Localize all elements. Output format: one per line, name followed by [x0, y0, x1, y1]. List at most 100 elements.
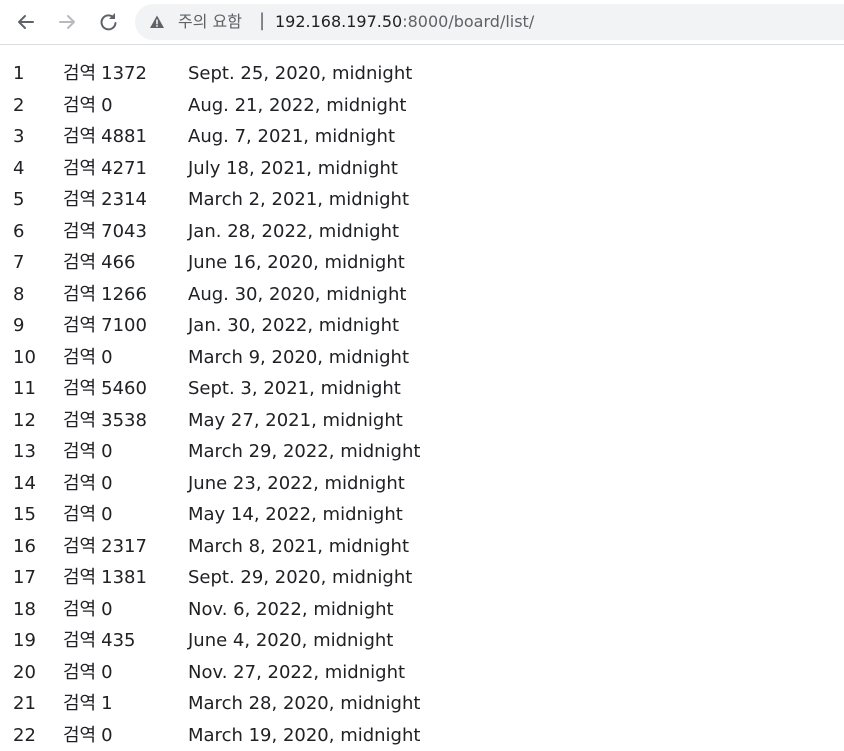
row-number: 1 — [13, 58, 24, 90]
security-warning-label[interactable]: 주의 요함 — [178, 12, 242, 32]
row-name: 검역 — [63, 630, 96, 651]
row-number: 18 — [13, 594, 36, 626]
list-item: 8검역1266Aug. 30, 2020, midnight — [0, 279, 844, 311]
row-count: 0 — [101, 504, 112, 525]
row-name: 검역 — [63, 221, 96, 242]
row-number: 8 — [13, 279, 24, 311]
row-count: 1372 — [101, 63, 147, 84]
row-date: Jan. 28, 2022, midnight — [188, 216, 399, 248]
row-date: Nov. 27, 2022, midnight — [188, 657, 405, 689]
row-name: 검역 — [63, 158, 96, 179]
row-name: 검역 — [63, 347, 96, 368]
row-name: 검역 — [63, 95, 96, 116]
row-title: 검역0 — [63, 657, 113, 689]
row-number: 11 — [13, 373, 36, 405]
row-count: 2314 — [101, 189, 147, 210]
url-host: 192.168.197.50 — [275, 12, 402, 31]
row-title: 검역3538 — [63, 405, 147, 437]
row-title: 검역0 — [63, 499, 113, 531]
row-title: 검역1 — [63, 688, 113, 720]
row-title: 검역1266 — [63, 279, 147, 311]
row-count: 3538 — [101, 410, 147, 431]
row-name: 검역 — [63, 189, 96, 210]
row-count: 0 — [101, 662, 112, 683]
list-item: 13 검역0 March 29, 2022, midnight — [0, 436, 844, 468]
row-number: 6 — [13, 216, 24, 248]
warning-triangle-icon[interactable] — [149, 14, 165, 30]
reload-button[interactable] — [94, 8, 122, 36]
row-number: 17 — [13, 562, 36, 594]
row-number: 10 — [13, 342, 36, 374]
row-number: 2 — [13, 90, 24, 122]
row-date: Jan. 30, 2022, midnight — [188, 310, 399, 342]
row-name: 검역 — [63, 378, 96, 399]
address-bar[interactable]: 주의 요함 | 192.168.197.50:8000/board/list/ — [135, 4, 844, 40]
row-date: June 23, 2022, midnight — [188, 468, 405, 500]
row-number: 22 — [13, 720, 36, 751]
list-item: 5검역2314March 2, 2021, midnight — [0, 184, 844, 216]
row-count: 0 — [101, 599, 112, 620]
row-title: 검역435 — [63, 625, 135, 657]
row-number: 7 — [13, 247, 24, 279]
row-count: 2317 — [101, 536, 147, 557]
url-text[interactable]: 192.168.197.50:8000/board/list/ — [275, 12, 534, 32]
arrow-right-icon — [53, 8, 81, 36]
row-date: March 8, 2021, midnight — [188, 531, 409, 563]
row-date: May 27, 2021, midnight — [188, 405, 403, 437]
row-title: 검역1381 — [63, 562, 147, 594]
back-button[interactable] — [12, 8, 40, 36]
row-date: Aug. 21, 2022, midnight — [188, 90, 406, 122]
board-list: 1검역1372Sept. 25, 2020, midnight2검역0Aug. … — [0, 58, 844, 751]
row-number: 13 — [13, 436, 36, 468]
row-title: 검역1372 — [63, 58, 147, 90]
row-name: 검역 — [63, 693, 96, 714]
row-name: 검역 — [63, 473, 96, 494]
address-separator: | — [259, 11, 265, 31]
list-item: 18 검역0 Nov. 6, 2022, midnight — [0, 594, 844, 626]
forward-button[interactable] — [53, 8, 81, 36]
row-date: June 4, 2020, midnight — [188, 625, 393, 657]
row-name: 검역 — [63, 662, 96, 683]
row-number: 4 — [13, 153, 24, 185]
row-name: 검역 — [63, 284, 96, 305]
list-item: 21검역1March 28, 2020, midnight — [0, 688, 844, 720]
row-count: 0 — [101, 725, 112, 746]
row-name: 검역 — [63, 410, 96, 431]
row-title: 검역2317 — [63, 531, 147, 563]
url-path: :8000/board/list/ — [402, 12, 534, 31]
list-item: 1검역1372Sept. 25, 2020, midnight — [0, 58, 844, 90]
row-name: 검역 — [63, 441, 96, 462]
row-date: Nov. 6, 2022, midnight — [188, 594, 394, 626]
row-number: 20 — [13, 657, 36, 689]
row-title: 검역0 — [63, 342, 113, 374]
row-number: 9 — [13, 310, 24, 342]
row-number: 21 — [13, 688, 36, 720]
row-count: 0 — [101, 347, 112, 368]
row-title: 검역0 — [63, 436, 113, 468]
row-title: 검역0 — [63, 468, 113, 500]
list-item: 7검역466June 16, 2020, midnight — [0, 247, 844, 279]
row-title: 검역0 — [63, 594, 113, 626]
reload-icon — [94, 8, 122, 36]
row-number: 16 — [13, 531, 36, 563]
row-title: 검역5460 — [63, 373, 147, 405]
row-date: March 29, 2022, midnight — [188, 436, 420, 468]
row-date: Sept. 29, 2020, midnight — [188, 562, 412, 594]
row-name: 검역 — [63, 567, 96, 588]
row-date: Aug. 7, 2021, midnight — [188, 121, 395, 153]
row-count: 435 — [101, 630, 135, 651]
row-number: 12 — [13, 405, 36, 437]
list-item: 17 검역1381 Sept. 29, 2020, midnight — [0, 562, 844, 594]
row-count: 7100 — [101, 315, 147, 336]
row-count: 1381 — [101, 567, 147, 588]
list-item: 2 검역0 Aug. 21, 2022, midnight — [0, 90, 844, 122]
row-title: 검역0 — [63, 90, 113, 122]
row-count: 4881 — [101, 126, 147, 147]
row-title: 검역2314 — [63, 184, 147, 216]
list-item: 12 검역3538 May 27, 2021, midnight — [0, 405, 844, 437]
row-number: 14 — [13, 468, 36, 500]
row-date: March 9, 2020, midnight — [188, 342, 409, 374]
row-name: 검역 — [63, 536, 96, 557]
browser-toolbar: 주의 요함 | 192.168.197.50:8000/board/list/ — [0, 0, 844, 45]
list-item: 11검역5460Sept. 3, 2021, midnight — [0, 373, 844, 405]
